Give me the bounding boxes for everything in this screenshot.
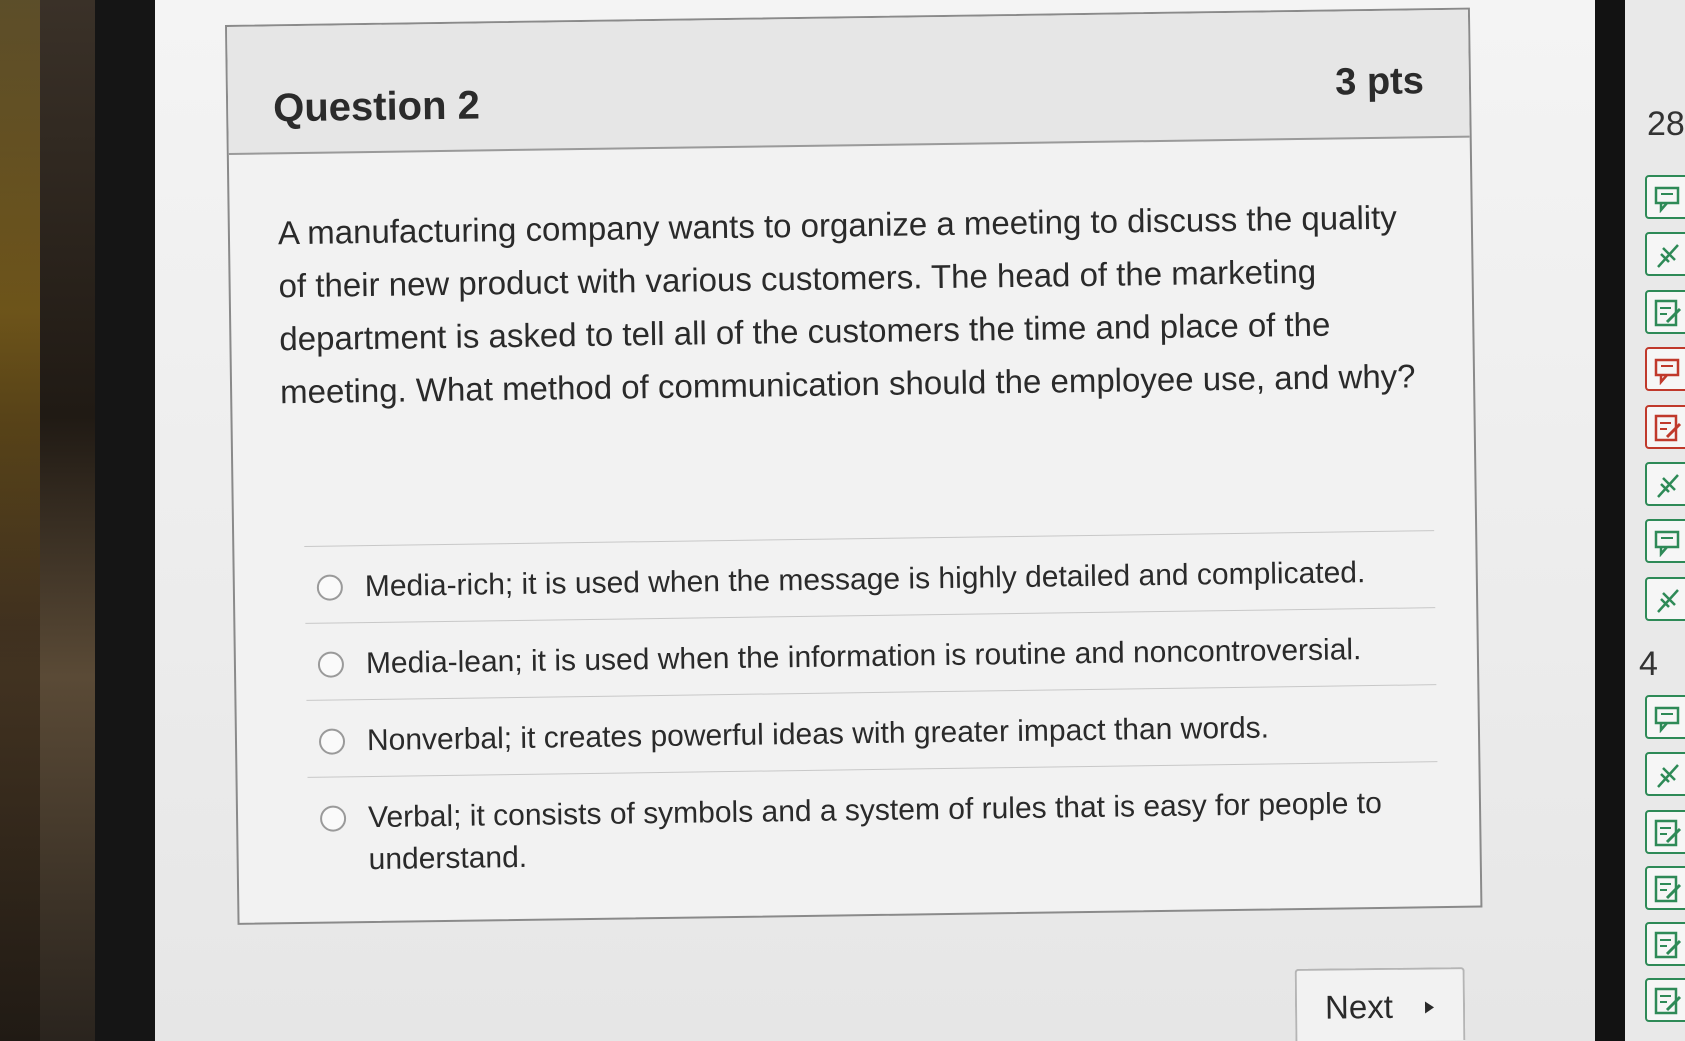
flag-icon[interactable] xyxy=(1645,462,1685,506)
comment-icon[interactable] xyxy=(1645,347,1685,391)
monitor-bezel-left xyxy=(0,0,95,1041)
navigator-number: 4 xyxy=(1639,645,1658,683)
answer-list: Media-rich; it is used when the message … xyxy=(304,530,1440,896)
question-header: Question 2 3 pts xyxy=(227,9,1470,155)
next-button[interactable]: Next xyxy=(1294,967,1466,1041)
desk-edge xyxy=(0,0,40,1041)
monitor-bezel-right xyxy=(1595,0,1625,1041)
radio-button[interactable] xyxy=(316,574,344,601)
answer-option[interactable]: Verbal; it consists of symbols and a sys… xyxy=(307,761,1440,896)
radio-button[interactable] xyxy=(318,728,346,755)
navigator-number: 28 xyxy=(1647,105,1685,143)
question-points: 3 pts xyxy=(1334,60,1425,104)
edit-icon[interactable] xyxy=(1645,978,1685,1022)
answer-label: Nonverbal; it creates powerful ideas wit… xyxy=(366,711,1270,758)
radio-button[interactable] xyxy=(319,805,347,832)
question-card: Question 2 3 pts A manufacturing company… xyxy=(225,7,1483,925)
play-arrow-icon xyxy=(1424,1001,1435,1014)
edit-icon[interactable] xyxy=(1645,405,1685,449)
answer-label: Media-lean; it is used when the informat… xyxy=(365,633,1362,681)
answer-label: Media-rich; it is used when the message … xyxy=(364,556,1366,604)
edit-icon[interactable] xyxy=(1645,290,1685,334)
comment-icon[interactable] xyxy=(1645,519,1685,563)
comment-icon[interactable] xyxy=(1645,175,1685,219)
edit-icon[interactable] xyxy=(1645,810,1685,854)
comment-icon[interactable] xyxy=(1645,695,1685,739)
question-navigator: 28 4 xyxy=(1625,0,1685,1041)
answer-label: Verbal; it consists of symbols and a sys… xyxy=(367,786,1383,877)
flag-icon[interactable] xyxy=(1645,577,1685,621)
flag-icon[interactable] xyxy=(1645,232,1685,276)
radio-button[interactable] xyxy=(317,651,345,678)
next-label: Next xyxy=(1324,987,1394,1026)
question-title: Question 2 xyxy=(272,83,481,131)
edit-icon[interactable] xyxy=(1645,922,1685,966)
question-text: A manufacturing company wants to organiz… xyxy=(277,198,1416,411)
flag-icon[interactable] xyxy=(1645,752,1685,796)
edit-icon[interactable] xyxy=(1645,866,1685,910)
